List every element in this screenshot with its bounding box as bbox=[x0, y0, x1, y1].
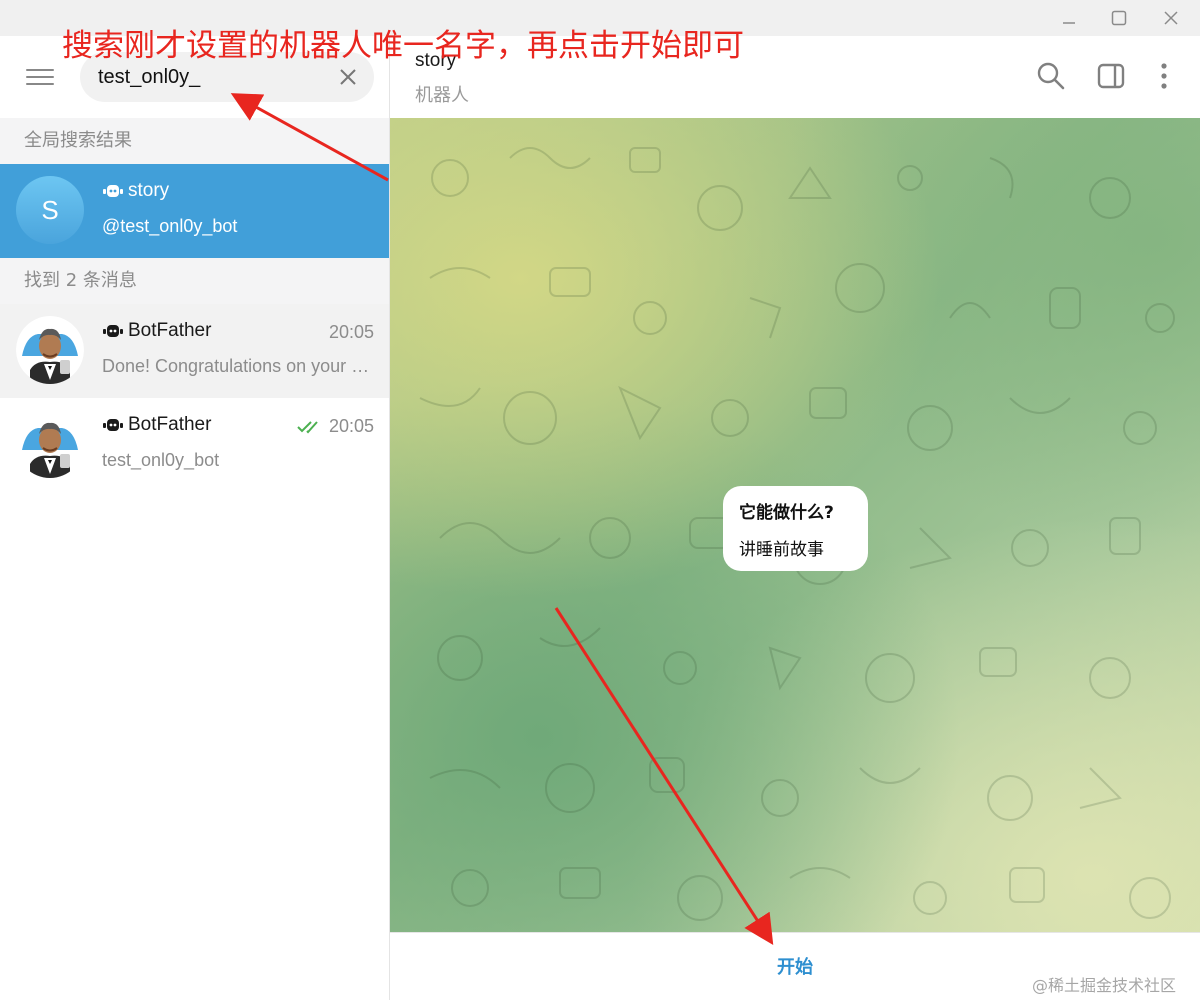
avatar: S bbox=[16, 176, 84, 244]
bot-info-description: 讲睡前故事 bbox=[739, 540, 824, 560]
bot-icon bbox=[103, 419, 123, 431]
message-sender-text: BotFather bbox=[128, 320, 212, 341]
global-results-header: 全局搜索结果 bbox=[0, 118, 389, 164]
botfather-avatar bbox=[16, 316, 84, 384]
menu-icon[interactable] bbox=[22, 62, 58, 92]
close-window-icon[interactable] bbox=[1146, 0, 1196, 36]
bot-icon bbox=[103, 325, 123, 337]
chat-status: 机器人 bbox=[415, 85, 469, 106]
message-sender: BotFather bbox=[102, 414, 211, 436]
result-username: @test_onl0y_bot bbox=[102, 216, 238, 236]
message-result-1[interactable]: BotFather 20:05 Done! Congratulations on… bbox=[0, 304, 389, 398]
message-preview: test_onl0y_bot bbox=[102, 450, 220, 470]
botfather-avatar bbox=[16, 410, 84, 478]
message-time-text: 20:05 bbox=[328, 416, 374, 436]
bot-icon bbox=[103, 185, 123, 197]
bot-info-title: 它能做什么? bbox=[739, 503, 834, 523]
message-preview: Done! Congratulations on your new bot. bbox=[102, 356, 374, 376]
bot-info-card: 它能做什么? 讲睡前故事 bbox=[723, 486, 868, 571]
minimize-icon[interactable] bbox=[1044, 0, 1094, 36]
more-vertical-icon[interactable] bbox=[1148, 60, 1180, 92]
double-check-icon bbox=[297, 420, 318, 433]
search-icon[interactable] bbox=[1035, 60, 1067, 92]
clear-search-icon[interactable] bbox=[336, 65, 360, 89]
search-result-story[interactable]: S story @test_onl0y_bot bbox=[0, 164, 389, 258]
maximize-icon[interactable] bbox=[1094, 0, 1144, 36]
watermark: @稀土掘金技术社区 bbox=[1032, 976, 1177, 995]
message-sender: BotFather bbox=[102, 320, 211, 342]
message-result-2[interactable]: BotFather 20:05 test_onl0y_bot bbox=[0, 398, 389, 492]
found-messages-header: 找到 2 条消息 bbox=[0, 258, 389, 304]
result-title-text: story bbox=[128, 180, 170, 201]
start-button[interactable]: 开始 bbox=[745, 953, 845, 983]
message-time: 20:05 bbox=[297, 416, 374, 437]
search-input[interactable] bbox=[98, 63, 328, 91]
annotation-text: 搜索刚才设置的机器人唯一名字，再点击开始即可 bbox=[62, 28, 744, 64]
message-sender-text: BotFather bbox=[128, 414, 212, 435]
sidebar: 全局搜索结果 S story @test_onl0y_bot 找到 2 条消息 bbox=[0, 36, 390, 1000]
message-time-text: 20:05 bbox=[328, 322, 374, 342]
result-title: story bbox=[102, 180, 169, 202]
message-time: 20:05 bbox=[329, 322, 374, 343]
sidebar-toggle-icon[interactable] bbox=[1095, 60, 1127, 92]
